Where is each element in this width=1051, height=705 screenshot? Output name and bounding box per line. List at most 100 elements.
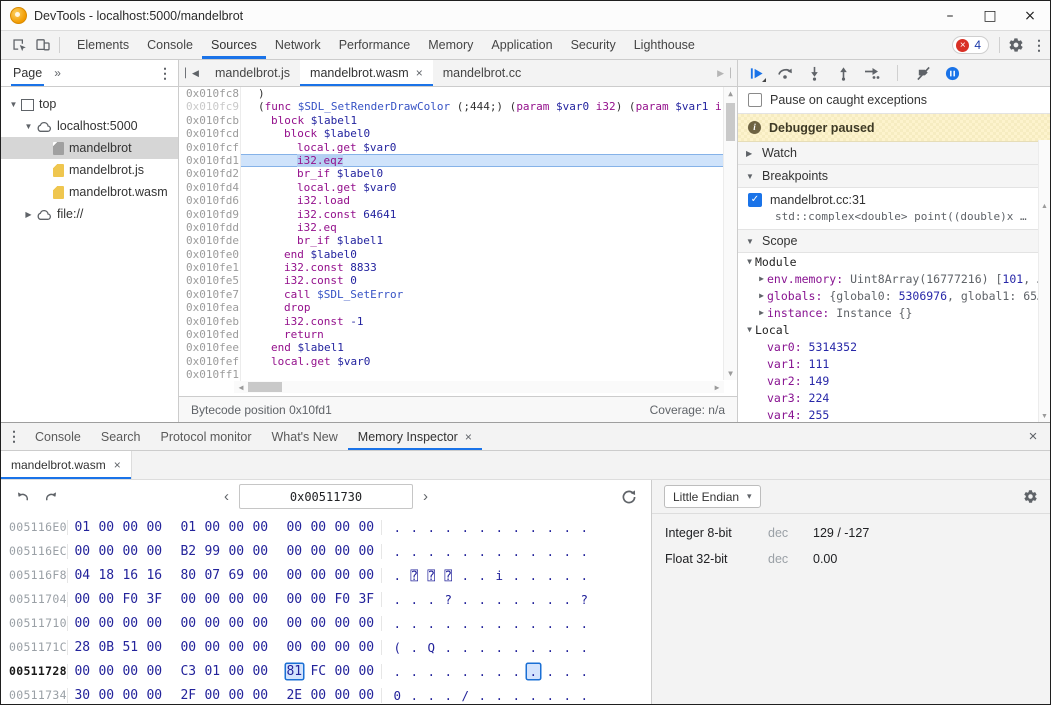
hex-byte[interactable]: 00 bbox=[252, 568, 269, 583]
hex-byte[interactable]: 00 bbox=[122, 520, 139, 535]
ascii-char[interactable]: . bbox=[391, 520, 404, 535]
ascii-char[interactable]: . bbox=[391, 544, 404, 559]
ascii-char[interactable]: . bbox=[493, 616, 506, 631]
hex-byte[interactable]: 69 bbox=[228, 568, 245, 583]
ascii-char[interactable]: . bbox=[544, 640, 557, 655]
hex-byte[interactable]: 00 bbox=[146, 616, 163, 631]
ascii-char[interactable]: . bbox=[561, 592, 574, 607]
ascii-char[interactable]: . bbox=[442, 640, 455, 655]
ascii-char[interactable]: . bbox=[476, 664, 489, 679]
tree-item-mandelbrot-js[interactable]: mandelbrot.js bbox=[1, 159, 178, 181]
chevron-icon[interactable]: ▶ bbox=[22, 210, 35, 219]
hex-byte[interactable]: 00 bbox=[204, 616, 221, 631]
ascii-char[interactable]: . bbox=[476, 616, 489, 631]
pause-on-caught-checkbox[interactable] bbox=[748, 93, 762, 107]
hex-byte[interactable]: 16 bbox=[122, 568, 139, 583]
bytecode-offset[interactable]: 0x010fe7 bbox=[179, 288, 241, 301]
bytecode-offset[interactable]: 0x010fd9 bbox=[179, 208, 241, 221]
ascii-char[interactable]: . bbox=[527, 688, 540, 703]
ascii-char[interactable]: . bbox=[459, 640, 472, 655]
ascii-char[interactable]: . bbox=[527, 664, 540, 679]
ascii-char[interactable]: . bbox=[578, 544, 591, 559]
ascii-char[interactable]: . bbox=[510, 616, 523, 631]
more-tabs-icon[interactable]: » bbox=[54, 66, 61, 80]
ascii-char[interactable]: . bbox=[578, 568, 591, 583]
hex-byte[interactable]: 00 bbox=[228, 664, 245, 679]
next-page-icon[interactable]: › bbox=[423, 488, 428, 505]
history-back-icon[interactable] bbox=[15, 489, 30, 504]
toolbar-tab-performance[interactable]: Performance bbox=[330, 31, 420, 59]
ascii-char[interactable]: . bbox=[408, 688, 421, 703]
hex-byte[interactable]: F0 bbox=[122, 592, 139, 607]
hex-byte[interactable]: 00 bbox=[74, 592, 91, 607]
hex-byte[interactable]: 00 bbox=[358, 640, 375, 655]
hex-byte[interactable]: B2 bbox=[180, 544, 197, 559]
tree-item-mandelbrot[interactable]: mandelbrot bbox=[1, 137, 178, 159]
chevron-icon[interactable]: ▼ bbox=[22, 122, 35, 131]
hex-byte[interactable]: 00 bbox=[204, 640, 221, 655]
ascii-char[interactable]: . bbox=[544, 664, 557, 679]
hex-byte[interactable]: C3 bbox=[180, 664, 197, 679]
ascii-char[interactable]: . bbox=[493, 640, 506, 655]
value-format[interactable]: dec bbox=[768, 526, 813, 540]
step-out-button[interactable] bbox=[835, 65, 851, 81]
hex-byte[interactable]: 00 bbox=[334, 616, 351, 631]
ascii-char[interactable]: . bbox=[442, 544, 455, 559]
ascii-char[interactable]: . bbox=[408, 520, 421, 535]
value-format[interactable]: dec bbox=[768, 552, 813, 566]
toolbar-tab-security[interactable]: Security bbox=[562, 31, 625, 59]
hex-byte[interactable]: 3F bbox=[358, 592, 375, 607]
hex-byte[interactable]: 00 bbox=[98, 688, 115, 703]
hex-byte[interactable]: 00 bbox=[252, 640, 269, 655]
bytecode-offset[interactable]: 0x010fe1 bbox=[179, 261, 241, 274]
bytecode-offset[interactable]: 0x010fcd bbox=[179, 127, 241, 140]
scrollbar-thumb[interactable] bbox=[726, 103, 735, 141]
hex-byte[interactable]: 00 bbox=[228, 520, 245, 535]
hex-byte[interactable]: 00 bbox=[358, 520, 375, 535]
ascii-char[interactable]: . bbox=[578, 640, 591, 655]
close-tab-icon[interactable]: × bbox=[416, 66, 423, 80]
hex-byte[interactable]: 00 bbox=[334, 688, 351, 703]
hex-byte[interactable]: 00 bbox=[286, 616, 303, 631]
hex-byte[interactable]: 00 bbox=[180, 640, 197, 655]
hex-byte[interactable]: 00 bbox=[228, 688, 245, 703]
hex-byte[interactable]: 00 bbox=[146, 640, 163, 655]
refresh-icon[interactable] bbox=[621, 489, 637, 505]
ascii-char[interactable]: / bbox=[459, 688, 472, 703]
history-forward-icon[interactable] bbox=[44, 489, 59, 504]
toolbar-tab-memory[interactable]: Memory bbox=[419, 31, 482, 59]
hex-byte[interactable]: 00 bbox=[310, 544, 327, 559]
hex-byte[interactable]: 00 bbox=[228, 544, 245, 559]
ascii-char[interactable]: . bbox=[425, 544, 438, 559]
bytecode-offset[interactable]: 0x010fd4 bbox=[179, 181, 241, 194]
ascii-char[interactable]: . bbox=[527, 640, 540, 655]
scroll-up-icon[interactable]: ▲ bbox=[724, 89, 737, 98]
hex-byte[interactable]: 00 bbox=[204, 592, 221, 607]
scope-entry-var1[interactable]: var1: 111 bbox=[738, 355, 1050, 372]
ascii-char[interactable]: . bbox=[510, 520, 523, 535]
hex-byte[interactable]: 00 bbox=[286, 520, 303, 535]
endianness-select[interactable]: Little Endian ▾ bbox=[664, 485, 761, 508]
bytecode-offset[interactable]: 0x010fcb bbox=[179, 114, 241, 127]
ascii-char[interactable]: . bbox=[459, 664, 472, 679]
ascii-char[interactable]: . bbox=[578, 688, 591, 703]
ascii-char[interactable]: . bbox=[510, 568, 523, 583]
toolbar-tab-application[interactable]: Application bbox=[482, 31, 561, 59]
ascii-char[interactable]: . bbox=[476, 688, 489, 703]
ascii-char[interactable]: . bbox=[510, 688, 523, 703]
hex-byte[interactable]: 18 bbox=[98, 568, 115, 583]
scroll-down-icon[interactable]: ▼ bbox=[724, 369, 737, 378]
scope-entry-instance[interactable]: ▶instance: Instance {} bbox=[738, 304, 1050, 321]
value-settings-gear-icon[interactable] bbox=[1023, 489, 1038, 504]
toolbar-tab-elements[interactable]: Elements bbox=[68, 31, 138, 59]
breakpoint-entry[interactable]: ✓ mandelbrot.cc:31 std::complex<double> … bbox=[738, 188, 1050, 230]
previous-page-icon[interactable]: ‹ bbox=[224, 488, 229, 505]
hex-byte[interactable]: 16 bbox=[146, 568, 163, 583]
ascii-char[interactable]: . bbox=[544, 592, 557, 607]
hex-byte[interactable]: 01 bbox=[74, 520, 91, 535]
ascii-char[interactable]: . bbox=[459, 568, 472, 583]
tab-scroll-left-icon[interactable]: ▏◀ bbox=[179, 60, 205, 86]
ascii-char[interactable]: . bbox=[459, 616, 472, 631]
ascii-char[interactable]: . bbox=[425, 520, 438, 535]
bytecode-offset[interactable]: 0x010fd1 bbox=[179, 154, 241, 167]
